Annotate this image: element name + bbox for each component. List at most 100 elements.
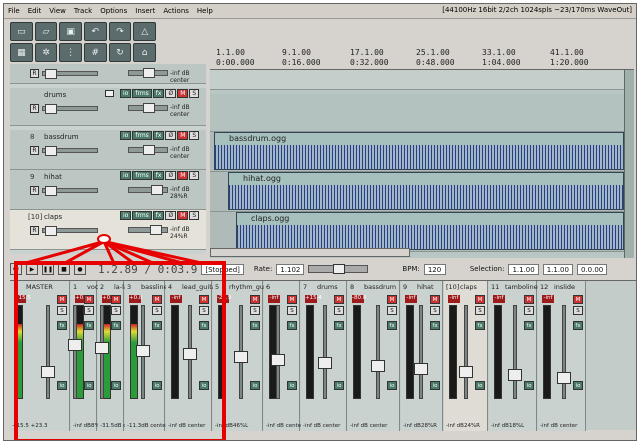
record-arm-button[interactable]: R — [30, 69, 39, 78]
solo-button[interactable]: S — [524, 306, 534, 315]
volume-fader[interactable] — [557, 305, 571, 399]
io-button[interactable]: io — [524, 381, 534, 390]
mute-button[interactable]: M — [250, 295, 260, 304]
menu-edit[interactable]: Edit — [24, 7, 46, 15]
phase-icon[interactable]: Ø — [165, 89, 177, 98]
mute-button[interactable]: M — [287, 295, 297, 304]
strip-name[interactable]: inslide — [554, 283, 575, 291]
io-button[interactable]: io — [120, 171, 132, 180]
track-name[interactable]: claps — [44, 213, 62, 221]
strip-name[interactable]: bassdrum — [364, 283, 396, 291]
ripple-icon[interactable]: # — [83, 43, 107, 62]
fx-button[interactable]: fx — [334, 321, 344, 330]
open-icon[interactable]: ▱ — [34, 22, 58, 41]
fx-button[interactable]: fx — [287, 321, 297, 330]
frms-button[interactable]: frms — [132, 211, 152, 220]
io-button[interactable]: io — [475, 381, 485, 390]
fx-button[interactable]: fx — [152, 211, 165, 220]
volume-fader[interactable] — [42, 186, 98, 196]
gear-icon[interactable]: ✲ — [34, 43, 58, 62]
loop-icon[interactable]: ↻ — [108, 43, 132, 62]
horizontal-scrollbar[interactable] — [210, 248, 410, 257]
lock-icon[interactable]: ⌂ — [133, 43, 156, 62]
menu-file[interactable]: File — [4, 7, 24, 15]
mute-button[interactable]: M — [573, 295, 583, 304]
rate-field[interactable]: 1.102 — [276, 263, 305, 275]
grid-icon[interactable]: ▦ — [10, 43, 33, 62]
menu-insert[interactable]: Insert — [131, 7, 159, 15]
mixer-strip[interactable]: 11 tamboline -inf M Sfx io -inf dB18%L — [489, 281, 538, 431]
track-name[interactable]: drums — [44, 91, 66, 99]
arrange-view[interactable]: 1.1.00 9.1.00 17.1.00 25.1.00 33.1.00 41… — [210, 46, 634, 258]
fx-button[interactable]: fx — [152, 89, 165, 98]
frms-button[interactable]: frms — [132, 171, 152, 180]
mixer-strip[interactable]: 7 drums +15.4 M Sfx io -inf dB center — [301, 281, 347, 431]
record-arm-button[interactable]: R — [30, 186, 39, 195]
lane-bassdrum[interactable]: bassdrum.ogg — [210, 132, 634, 172]
menu-actions[interactable]: Actions — [159, 7, 193, 15]
track-drums[interactable]: drums io frms fx Ø M S R -inf dB center — [10, 88, 206, 126]
snap-icon[interactable]: ⋮ — [59, 43, 82, 62]
save-icon[interactable]: ▣ — [59, 22, 82, 41]
pan-slider[interactable] — [128, 185, 168, 195]
volume-fader[interactable] — [42, 226, 98, 236]
mixer-strip[interactable]: [10] claps -inf M Sfx io -inf dB24%R — [444, 281, 488, 431]
mute-button[interactable]: M — [177, 211, 189, 220]
lane-top[interactable] — [210, 70, 634, 90]
record-arm-button[interactable]: R — [30, 104, 39, 113]
selection-length[interactable]: 0.0.00 — [576, 263, 608, 275]
rate-slider[interactable] — [308, 264, 369, 274]
track-name[interactable]: hihat — [44, 173, 62, 181]
solo-button[interactable]: S — [250, 306, 260, 315]
io-button[interactable]: io — [387, 381, 397, 390]
mute-button[interactable]: M — [177, 131, 189, 140]
pan-slider[interactable] — [128, 225, 168, 235]
frms-button[interactable]: frms — [132, 89, 152, 98]
mute-button[interactable]: M — [387, 295, 397, 304]
fx-button[interactable]: fx — [573, 321, 583, 330]
volume-fader[interactable] — [318, 305, 332, 399]
solo-button[interactable]: S — [287, 306, 297, 315]
mute-button[interactable]: M — [334, 295, 344, 304]
volume-fader[interactable] — [508, 305, 522, 399]
solo-button[interactable]: S — [189, 211, 200, 220]
solo-button[interactable]: S — [573, 306, 583, 315]
bpm-field[interactable]: 120 — [423, 263, 446, 275]
selection-end[interactable]: 1.1.00 — [542, 263, 573, 275]
track-hihat[interactable]: 9 hihat io frms fx Ø M S R -inf dB 28%R — [10, 170, 206, 210]
mute-button[interactable]: M — [177, 89, 189, 98]
media-item-bassdrum[interactable]: bassdrum.ogg — [214, 132, 624, 170]
fx-button[interactable]: fx — [250, 321, 260, 330]
media-item-claps[interactable]: claps.ogg — [236, 212, 624, 250]
media-item-hihat[interactable]: hihat.ogg — [228, 172, 624, 210]
io-button[interactable]: io — [120, 89, 132, 98]
menu-help[interactable]: Help — [193, 7, 217, 15]
redo-icon[interactable]: ↷ — [108, 22, 132, 41]
io-button[interactable]: io — [287, 381, 297, 390]
frms-button[interactable]: frms — [132, 131, 152, 140]
mixer-strip[interactable]: 12 inslide -inf M Sfx io -inf dB center — [538, 281, 586, 431]
vertical-scrollbar[interactable] — [624, 70, 634, 258]
track-name[interactable]: bassdrum — [44, 133, 79, 141]
volume-fader[interactable] — [42, 104, 98, 114]
fx-button[interactable]: fx — [152, 171, 165, 180]
pan-slider[interactable] — [128, 145, 168, 155]
volume-fader[interactable] — [459, 305, 473, 399]
selection-start[interactable]: 1.1.00 — [508, 263, 539, 275]
solo-button[interactable]: S — [387, 306, 397, 315]
solo-button[interactable]: S — [189, 131, 200, 140]
lane-hihat[interactable]: hihat.ogg — [210, 172, 634, 212]
lane-claps[interactable]: claps.ogg — [210, 212, 634, 252]
solo-button[interactable]: S — [334, 306, 344, 315]
record-arm-button[interactable]: R — [30, 226, 39, 235]
timeline-ruler[interactable]: 1.1.00 9.1.00 17.1.00 25.1.00 33.1.00 41… — [210, 46, 634, 70]
strip-name[interactable]: claps — [460, 283, 477, 291]
io-button[interactable]: io — [573, 381, 583, 390]
new-icon[interactable]: ▭ — [10, 22, 33, 41]
volume-fader[interactable] — [414, 305, 428, 399]
phase-icon[interactable]: Ø — [165, 211, 177, 220]
mute-button[interactable]: M — [430, 295, 440, 304]
strip-name[interactable]: hihat — [417, 283, 434, 291]
menu-track[interactable]: Track — [70, 7, 96, 15]
solo-button[interactable]: S — [475, 306, 485, 315]
